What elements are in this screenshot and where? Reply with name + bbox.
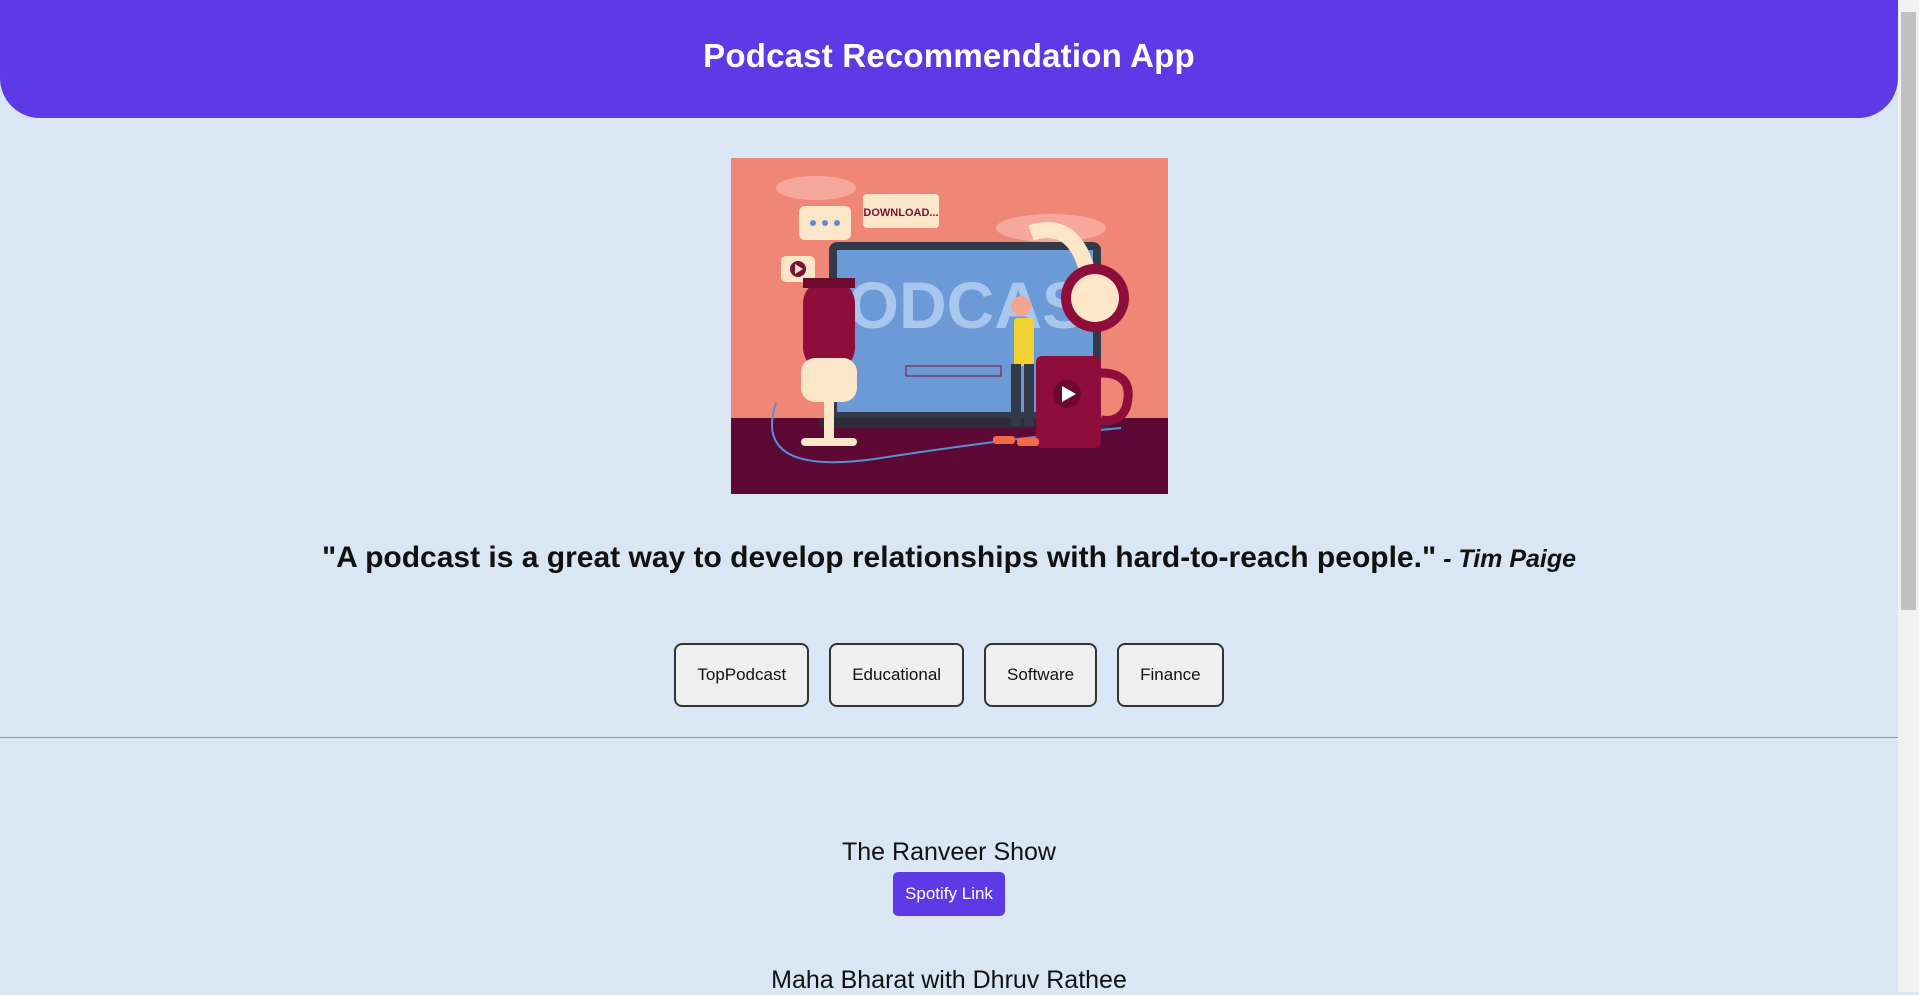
svg-text:DOWNLOAD...: DOWNLOAD... — [863, 207, 938, 219]
quote-text: "A podcast is a great way to develop rel… — [321, 541, 1437, 574]
quote-author: - Tim Paige — [1436, 545, 1577, 573]
app-title: Podcast Recommendation App — [703, 37, 1195, 74]
spotify-link-button[interactable]: Spotify Link — [893, 872, 1005, 916]
podcast-item: Maha Bharat with Dhruv Rathee — [0, 966, 1898, 995]
category-button-software[interactable]: Software — [984, 643, 1098, 707]
category-button-finance[interactable]: Finance — [1117, 643, 1224, 707]
category-button-toppodcast[interactable]: TopPodcast — [674, 643, 810, 707]
podcast-hero-image: DOWNLOAD... PODCAST — [731, 158, 1168, 494]
scrollbar[interactable] — [1898, 0, 1919, 992]
divider — [0, 737, 1898, 738]
podcast-item: The Ranveer Show Spotify Link — [0, 838, 1898, 916]
quote: "A podcast is a great way to develop rel… — [0, 541, 1898, 575]
app-header: Podcast Recommendation App — [0, 0, 1898, 118]
category-buttons: TopPodcast Educational Software Finance — [0, 643, 1898, 707]
category-button-educational[interactable]: Educational — [829, 643, 965, 707]
scrollbar-thumb[interactable] — [1901, 12, 1916, 610]
podcast-title: Maha Bharat with Dhruv Rathee — [771, 966, 1127, 994]
podcast-title: The Ranveer Show — [841, 838, 1056, 866]
